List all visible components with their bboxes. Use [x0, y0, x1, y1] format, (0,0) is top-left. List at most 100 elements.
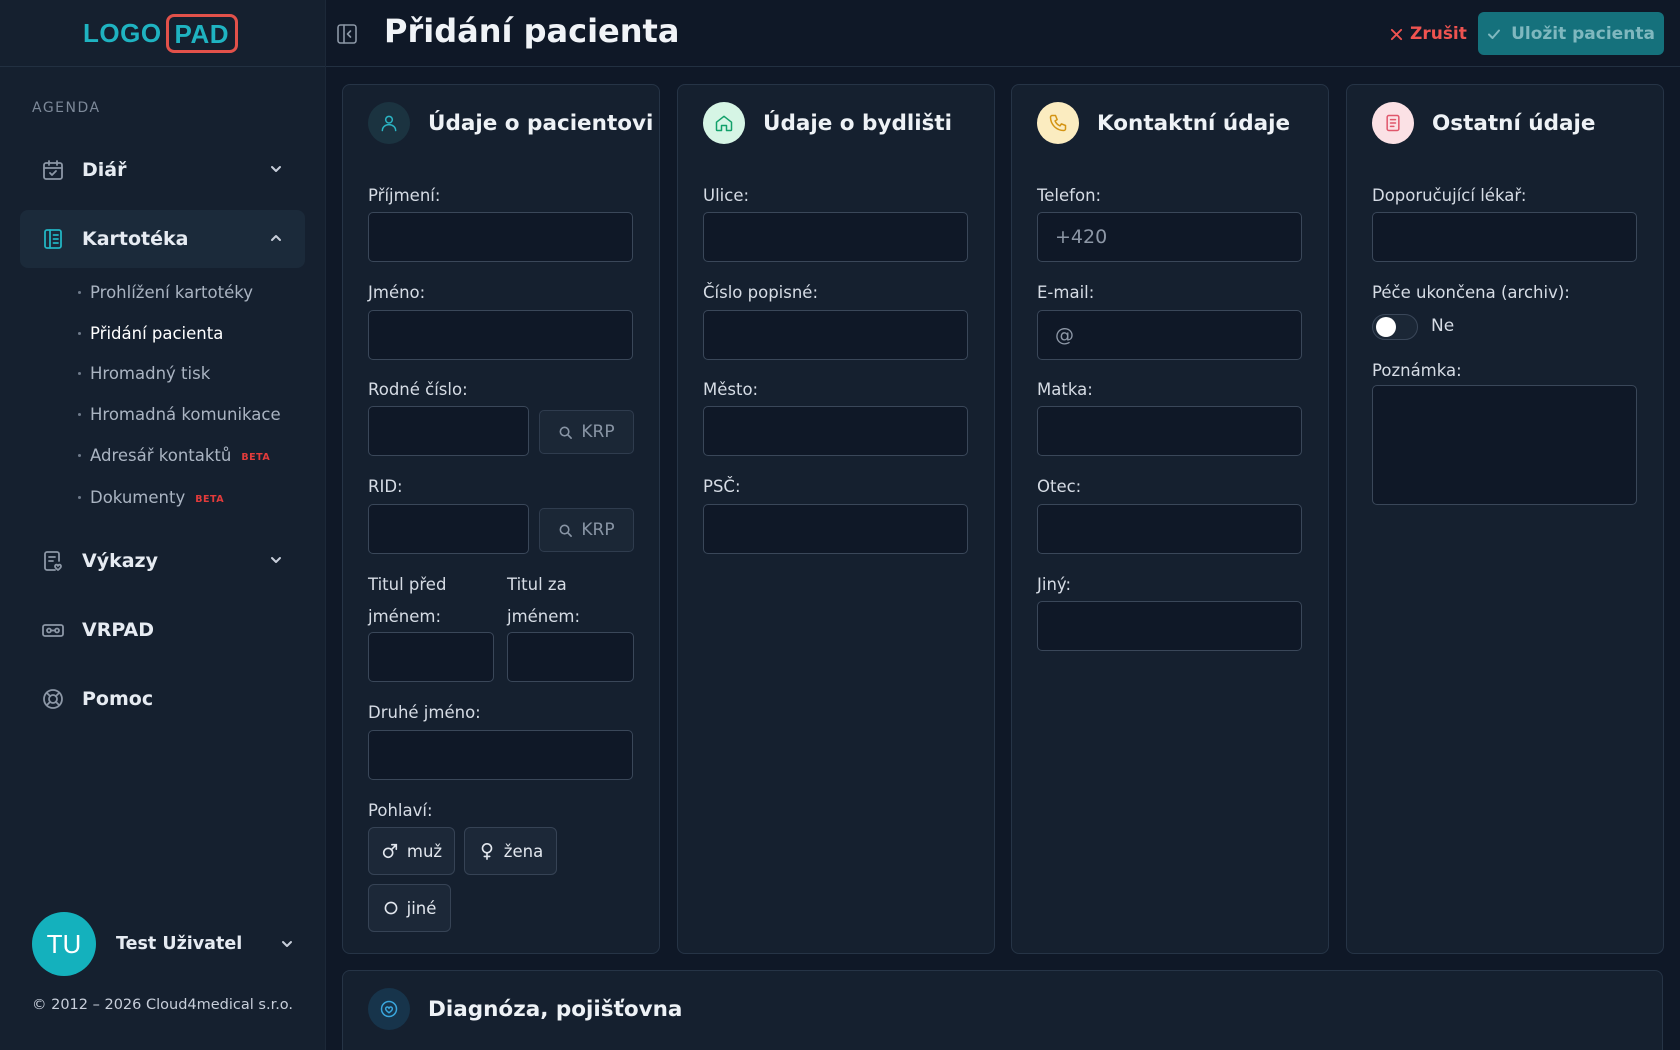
father-field[interactable]: [1037, 504, 1302, 554]
birth-number-label: Rodné číslo:: [368, 380, 468, 399]
note-textarea[interactable]: [1372, 385, 1637, 505]
calendar-icon: [41, 158, 65, 182]
phone-field[interactable]: [1037, 212, 1302, 262]
title-before-label-2: jménem:: [368, 607, 442, 626]
other-contact-field[interactable]: [1037, 601, 1302, 651]
male-icon: [382, 843, 398, 859]
second-name-field[interactable]: [368, 730, 633, 780]
cancel-label: Zrušit: [1410, 24, 1467, 44]
bullet-dot: [78, 453, 81, 457]
bullet-dot: [78, 412, 81, 416]
logo[interactable]: LOGO PAD: [83, 13, 239, 53]
submenu-item-label: Adresář kontaktů: [90, 445, 232, 465]
krp-label: KRP: [581, 422, 615, 442]
sidebar-item-label: Diář: [82, 159, 127, 181]
submenu-item-label: Hromadný tisk: [90, 363, 211, 383]
search-icon: [559, 524, 573, 537]
archive-toggle[interactable]: [1372, 314, 1418, 340]
phone-icon: [1037, 102, 1079, 144]
card-header: Údaje o bydlišti: [703, 102, 952, 144]
sidebar-item-pomoc[interactable]: Pomoc: [20, 670, 305, 728]
beta-badge: BETA: [195, 493, 225, 505]
sidebar-item-kartoteka[interactable]: Kartotéka: [20, 210, 305, 268]
street-label: Ulice:: [703, 186, 750, 205]
note-label: Poznámka:: [1372, 361, 1462, 380]
street-field[interactable]: [703, 212, 968, 262]
save-patient-button[interactable]: Uložit pacienta: [1478, 12, 1664, 55]
zip-field[interactable]: [703, 504, 968, 554]
chevron-down-icon: [271, 557, 281, 563]
title-after-field[interactable]: [507, 632, 634, 682]
submenu-item-hromadna-komunikace[interactable]: Hromadná komunikace: [78, 401, 281, 427]
birth-number-field[interactable]: [368, 406, 529, 456]
section-label: AGENDA: [32, 100, 101, 116]
chevron-down-icon: [282, 941, 292, 947]
bullet-dot: [78, 495, 81, 499]
toggle-knob: [1376, 317, 1396, 337]
house-number-field[interactable]: [703, 310, 968, 360]
submenu-item-label: Prohlížení kartotéky: [90, 282, 253, 302]
mother-field[interactable]: [1037, 406, 1302, 456]
sidebar-toggle-icon[interactable]: [336, 23, 358, 45]
submenu-item-dokumenty[interactable]: Dokumenty BETA: [78, 484, 224, 510]
address-book-icon: [41, 227, 65, 251]
check-icon: [1488, 29, 1501, 39]
gender-label-other: jiné: [406, 898, 437, 918]
referring-doctor-field[interactable]: [1372, 212, 1637, 262]
email-field[interactable]: [1037, 310, 1302, 360]
city-field[interactable]: [703, 406, 968, 456]
submenu-item-prohlizeni[interactable]: Prohlížení kartotéky: [78, 279, 253, 305]
gender-label-female: žena: [503, 841, 544, 861]
krp-search-button[interactable]: KRP: [539, 410, 634, 454]
avatar: TU: [32, 912, 96, 976]
card-title: Ostatní údaje: [1432, 110, 1596, 136]
sidebar-item-diar[interactable]: Diář: [20, 141, 305, 199]
submenu-item-label: Dokumenty: [90, 487, 186, 507]
cancel-button[interactable]: Zrušit: [1390, 18, 1467, 50]
name-field[interactable]: [368, 310, 633, 360]
page-title: Přidání pacienta: [384, 12, 680, 50]
mother-label: Matka:: [1037, 380, 1093, 399]
zip-label: PSČ:: [703, 477, 741, 496]
card-title: Diagnóza, pojišťovna: [428, 996, 683, 1022]
gender-female-button[interactable]: žena: [464, 827, 557, 875]
referring-doctor-label: Doporučující lékař:: [1372, 186, 1527, 205]
gender-other-button[interactable]: jiné: [368, 884, 451, 932]
sidebar-item-label: Pomoc: [82, 688, 154, 710]
card-header: Kontaktní údaje: [1037, 102, 1290, 144]
submenu-item-hromadny-tisk[interactable]: Hromadný tisk: [78, 360, 210, 386]
krp-search-button[interactable]: KRP: [539, 508, 634, 552]
report-icon: [41, 549, 65, 573]
contact-card: Kontaktní údaje Telefon: E-mail: Matka: …: [1011, 84, 1329, 954]
name-label: Jméno:: [368, 283, 426, 302]
patient-card: Údaje o pacientovi Příjmení: Jméno: Rodn…: [342, 84, 660, 954]
email-label: E-mail:: [1037, 283, 1095, 302]
rid-field[interactable]: [368, 504, 529, 554]
user-name: Test Uživatel: [116, 934, 243, 954]
copyright: © 2012 – 2026 Cloud4medical s.r.o.: [32, 997, 294, 1013]
bullet-dot: [78, 331, 81, 335]
gender-label-male: muž: [406, 841, 443, 861]
gender-male-button[interactable]: muž: [368, 827, 455, 875]
submenu-item-pridani[interactable]: Přidání pacienta: [78, 320, 223, 346]
title-before-field[interactable]: [368, 632, 494, 682]
vr-headset-icon: [41, 618, 65, 642]
surname-field[interactable]: [368, 212, 633, 262]
card-title: Kontaktní údaje: [1097, 110, 1291, 136]
sidebar-item-label: Výkazy: [82, 550, 158, 572]
other-contact-label: Jiný:: [1037, 575, 1072, 594]
phone-label: Telefon:: [1037, 186, 1102, 205]
sidebar-item-vykazy[interactable]: Výkazy: [20, 532, 305, 590]
submenu-item-adresar[interactable]: Adresář kontaktů BETA: [78, 442, 270, 468]
user-icon: [368, 102, 410, 144]
card-title: Údaje o bydlišti: [763, 110, 953, 136]
logo-badge: PAD: [165, 13, 239, 53]
house-number-label: Číslo popisné:: [703, 283, 819, 302]
female-icon: [481, 842, 493, 860]
close-icon: [1390, 28, 1403, 40]
title-after-label-2: jménem:: [507, 607, 581, 626]
user-menu[interactable]: TU Test Uživatel: [32, 912, 294, 976]
second-name-label: Druhé jméno:: [368, 703, 481, 722]
rid-label: RID:: [368, 477, 403, 496]
sidebar-item-vrpad[interactable]: VRPAD: [20, 601, 305, 659]
